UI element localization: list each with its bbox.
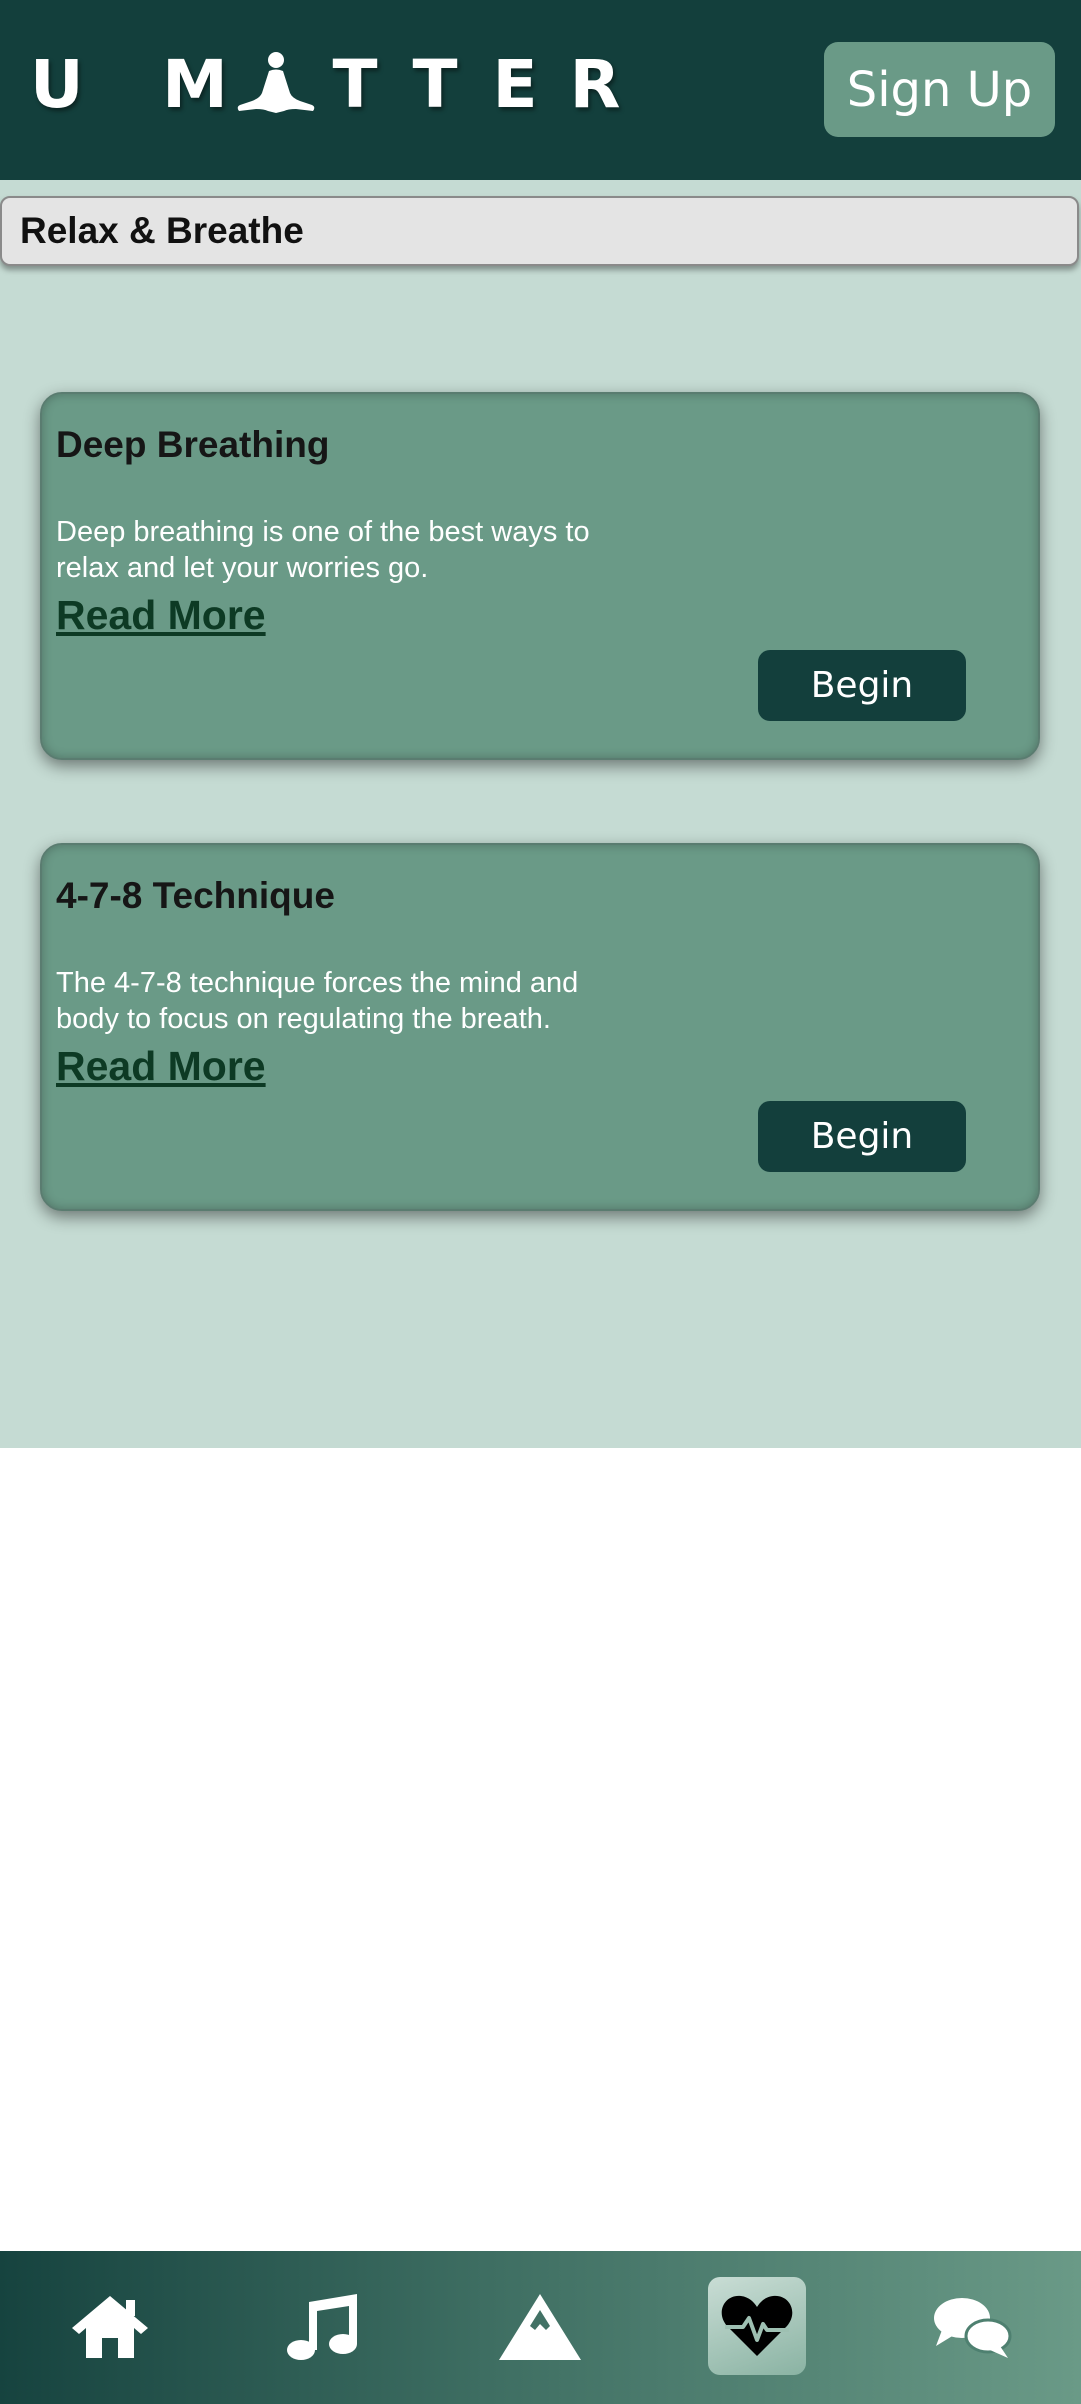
begin-button[interactable]: Begin — [758, 1101, 966, 1172]
app-logo[interactable]: U M T T E R — [30, 45, 636, 123]
heart-pulse-icon — [721, 2294, 793, 2358]
logo-letter-t2: T — [412, 45, 460, 123]
nav-music[interactable] — [272, 2277, 372, 2377]
exercise-card-deep-breathing: Deep Breathing Deep breathing is one of … — [40, 392, 1040, 760]
chat-bubbles-icon — [932, 2294, 1012, 2360]
sign-up-button[interactable]: Sign Up — [824, 42, 1055, 137]
nav-health[interactable] — [708, 2277, 806, 2375]
logo-letter-m: M — [162, 45, 230, 123]
card-description: Deep breathing is one of the best ways t… — [56, 516, 590, 584]
read-more-link[interactable]: Read More — [56, 592, 266, 639]
logo-letter-u: U — [30, 45, 86, 123]
app-header: U M T T E R Sign Up — [0, 0, 1081, 180]
music-icon — [285, 2292, 359, 2362]
section-title: Relax & Breathe — [0, 196, 1079, 266]
card-title: 4-7-8 Technique — [56, 875, 335, 916]
content-area — [0, 180, 1081, 1448]
read-more-link[interactable]: Read More — [56, 1043, 266, 1090]
card-title: Deep Breathing — [56, 424, 330, 465]
logo-letter-e: E — [492, 45, 540, 123]
section-title-text: Relax & Breathe — [20, 210, 304, 251]
meditation-figure-icon — [236, 51, 316, 117]
nav-chat[interactable] — [922, 2277, 1022, 2377]
mountain-icon — [497, 2292, 583, 2362]
home-icon — [70, 2294, 150, 2360]
logo-letter-t1: T — [332, 45, 380, 123]
logo-letter-r: R — [569, 45, 623, 123]
card-description: The 4-7-8 technique forces the mind and … — [56, 967, 579, 1035]
nav-home[interactable] — [60, 2277, 160, 2377]
begin-button[interactable]: Begin — [758, 650, 966, 721]
bottom-nav — [0, 2251, 1081, 2404]
nav-explore[interactable] — [490, 2277, 590, 2377]
exercise-card-4-7-8-technique: 4-7-8 Technique The 4-7-8 technique forc… — [40, 843, 1040, 1211]
